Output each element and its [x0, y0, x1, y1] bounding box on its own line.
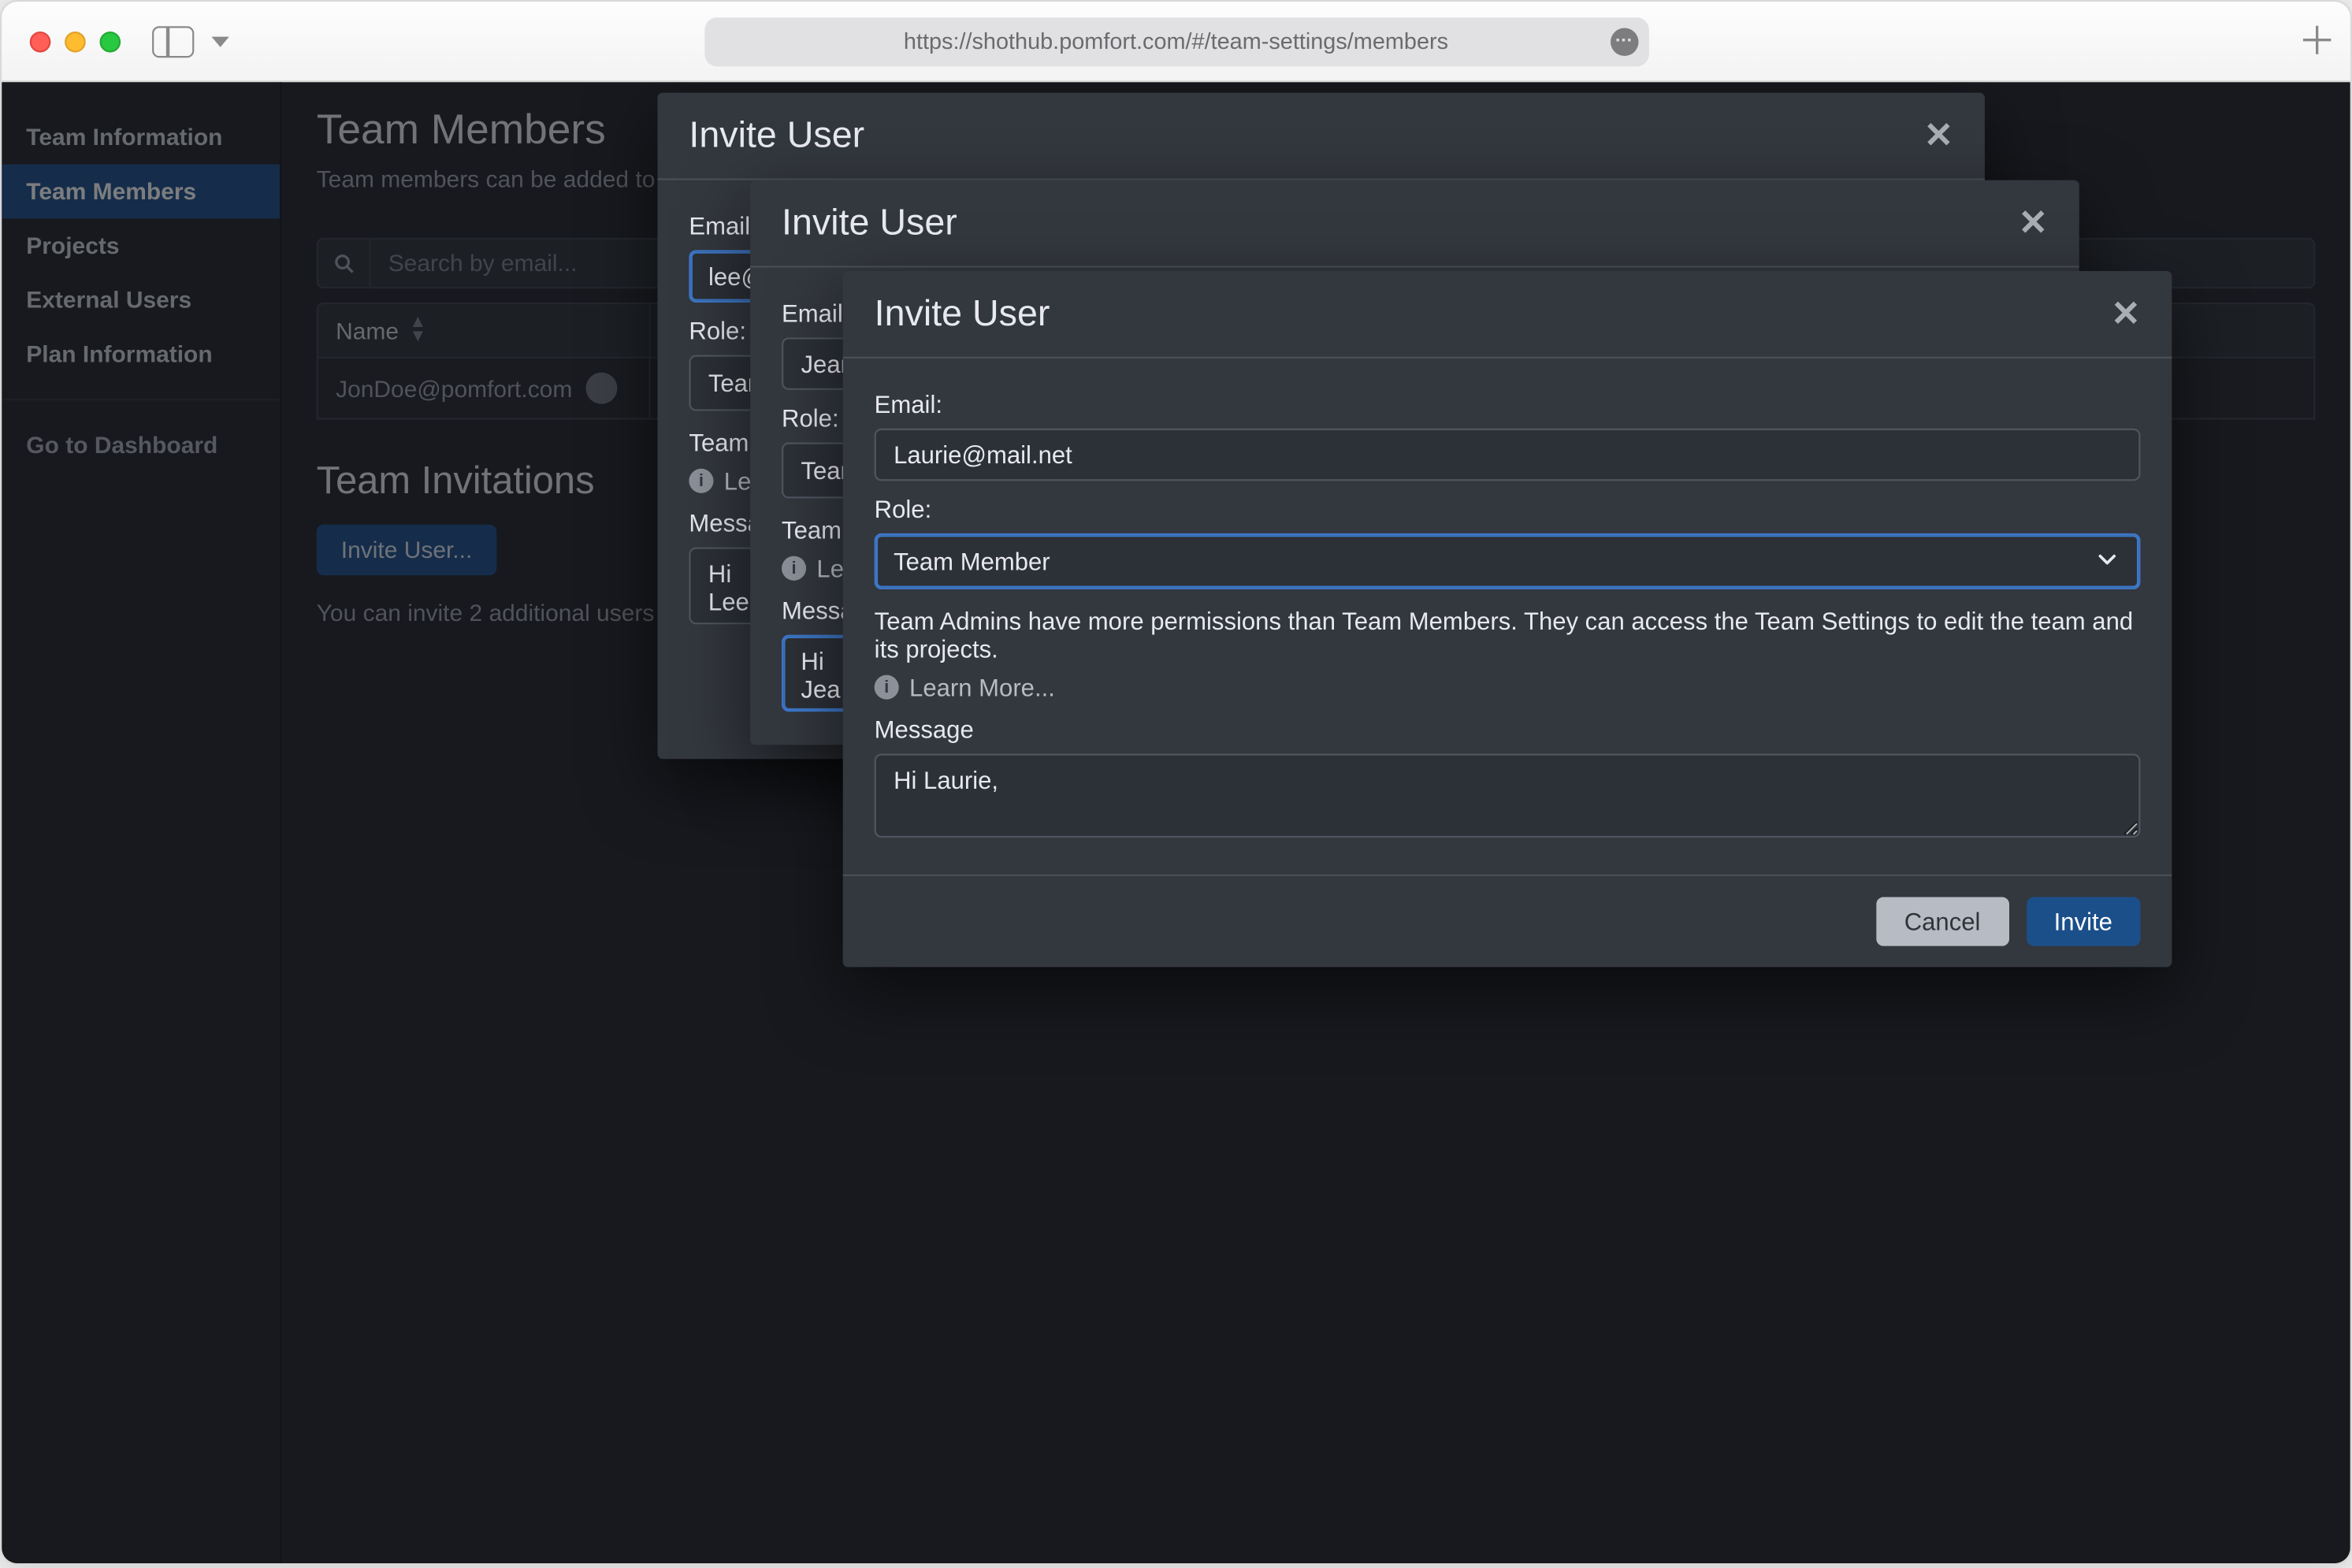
- sidebar-item-label: Projects: [26, 232, 119, 258]
- window-close-icon[interactable]: [30, 31, 51, 52]
- sidebar-item-team-information[interactable]: Team Information: [2, 110, 280, 165]
- window-traffic-lights: [30, 31, 121, 52]
- sidebar-item-label: Go to Dashboard: [26, 432, 217, 458]
- settings-sidebar: Team Information Team Members Projects E…: [2, 82, 281, 1563]
- reader-badge-icon[interactable]: ⋯: [1610, 27, 1638, 55]
- chevron-down-icon[interactable]: [212, 35, 229, 46]
- window-zoom-icon[interactable]: [100, 31, 121, 52]
- role-explain: Team Admins have more permissions than T…: [875, 607, 2141, 663]
- url-bar[interactable]: https://shothub.pomfort.com/#/team-setti…: [704, 17, 1648, 65]
- sidebar-divider: [2, 399, 280, 400]
- info-icon: i: [689, 469, 713, 493]
- role-value: Team Member: [894, 548, 1050, 576]
- invite-user-modal-3: Invite User ✕ Email: Role: Team Member T…: [843, 271, 2172, 967]
- sidebar-item-go-to-dashboard[interactable]: Go to Dashboard: [2, 418, 280, 472]
- modal-title: Invite User: [689, 114, 864, 156]
- email-field[interactable]: [875, 429, 2141, 481]
- new-tab-button[interactable]: ＋: [2298, 22, 2332, 61]
- info-icon: i: [875, 675, 899, 700]
- cancel-button[interactable]: Cancel: [1876, 897, 2008, 946]
- invite-button[interactable]: Invite: [2026, 897, 2140, 946]
- role-select[interactable]: Team Member: [875, 533, 2141, 589]
- invite-user-button[interactable]: Invite User...: [317, 525, 497, 575]
- column-header-name[interactable]: Name ▲▼: [318, 304, 651, 357]
- modal-title: Invite User: [782, 202, 957, 243]
- close-icon[interactable]: ✕: [1924, 113, 1953, 157]
- modal-title: Invite User: [875, 293, 1050, 335]
- sidebar-item-external-users[interactable]: External Users: [2, 273, 280, 327]
- url-text: https://shothub.pomfort.com/#/team-setti…: [904, 28, 1448, 54]
- close-icon[interactable]: ✕: [2111, 292, 2140, 336]
- message-label: Message: [875, 715, 2141, 744]
- sidebar-item-team-members[interactable]: Team Members: [2, 165, 280, 219]
- search-icon: [317, 238, 370, 288]
- close-icon[interactable]: ✕: [2019, 201, 2048, 244]
- sidebar-item-plan-information[interactable]: Plan Information: [2, 327, 280, 381]
- chevron-down-icon: [2094, 544, 2122, 578]
- sidebar-item-projects[interactable]: Projects: [2, 218, 280, 273]
- member-email: JonDoe@pomfort.com: [336, 375, 572, 401]
- browser-titlebar: https://shothub.pomfort.com/#/team-setti…: [2, 2, 2350, 82]
- avatar-icon: [586, 373, 618, 404]
- sidebar-item-label: External Users: [26, 287, 191, 313]
- window-minimize-icon[interactable]: [65, 31, 86, 52]
- sidebar-item-label: Team Information: [26, 124, 222, 150]
- role-label: Role:: [875, 495, 2141, 523]
- info-icon: i: [782, 556, 806, 581]
- email-label: Email:: [875, 390, 2141, 418]
- sidebar-item-label: Team Members: [26, 178, 196, 204]
- learn-more-link[interactable]: i Learn More...: [875, 673, 2141, 701]
- sort-icon: ▲▼: [409, 317, 426, 345]
- browser-sidebar-toggle-icon[interactable]: [152, 25, 194, 57]
- sidebar-item-label: Plan Information: [26, 341, 212, 367]
- message-textarea[interactable]: Hi Laurie,: [875, 754, 2141, 838]
